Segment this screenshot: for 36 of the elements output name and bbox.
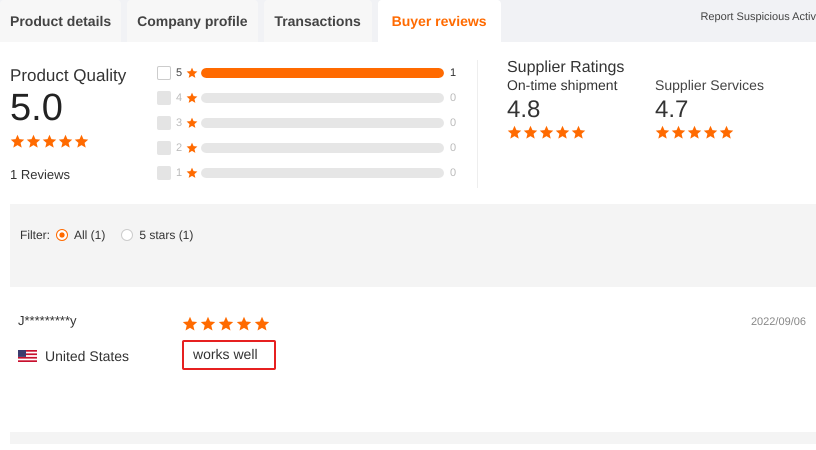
reviewer-name: J*********y — [18, 313, 78, 328]
star-icon — [186, 92, 198, 104]
star-icon — [186, 166, 198, 178]
checkbox[interactable] — [157, 66, 171, 80]
star-label: 3 — [176, 116, 184, 128]
count: 0 — [450, 116, 456, 128]
tab[interactable]: Company profile — [127, 0, 258, 42]
star-icon — [186, 142, 198, 154]
star-label: 5 — [176, 66, 184, 78]
section-title: Supplier Ratings — [507, 59, 626, 77]
star-icon — [186, 66, 198, 78]
review-date: 2022/09/06 — [750, 316, 806, 330]
score: 5.0 — [10, 86, 64, 130]
count: 0 — [450, 142, 456, 154]
review-count: 1 Reviews — [10, 167, 71, 182]
radio-option[interactable]: All (1) — [56, 228, 106, 242]
count: 1 — [450, 66, 456, 78]
section-title: Product Quality — [10, 66, 128, 86]
star-label: 4 — [176, 92, 184, 104]
tab[interactable]: Product details — [0, 0, 122, 42]
star-icon — [186, 116, 198, 128]
score: 4.8 — [507, 95, 542, 125]
score: 4.7 — [655, 95, 690, 125]
rating-label: On-time shipment — [507, 77, 618, 93]
tab[interactable]: Transactions — [264, 0, 372, 42]
country-name: United States — [45, 348, 130, 364]
rating-label: Supplier Services — [655, 77, 765, 93]
star-label: 1 — [176, 166, 184, 178]
filter-label: Filter: — [20, 228, 50, 242]
radio-option[interactable]: 5 stars (1) — [121, 228, 194, 242]
count: 0 — [450, 166, 456, 178]
report-link[interactable]: Report Suspicious Activ — [700, 11, 816, 23]
star-label: 2 — [176, 142, 184, 154]
count: 0 — [450, 92, 456, 104]
review-text: works well — [182, 340, 276, 370]
flag-icon — [18, 350, 37, 362]
